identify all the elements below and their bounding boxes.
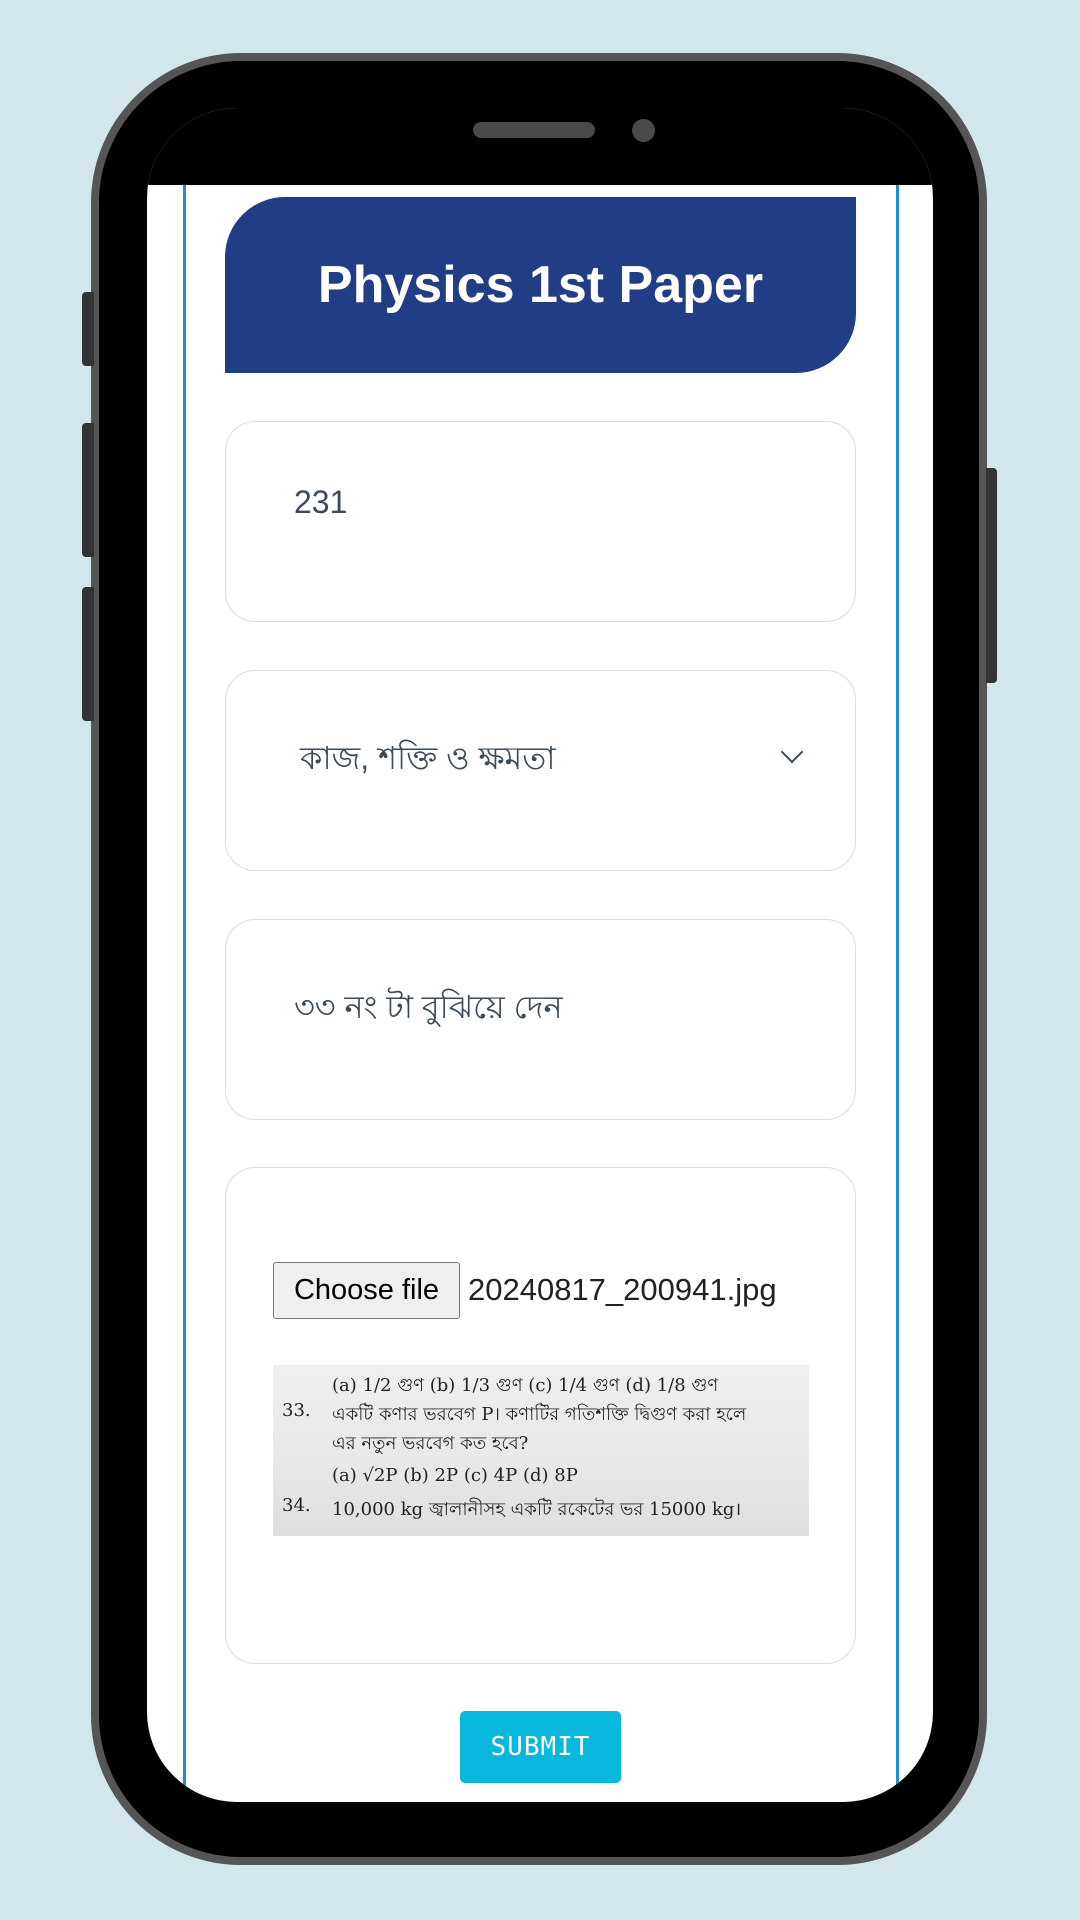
preview-q33-number: 33.	[282, 1400, 311, 1421]
page-header: Physics 1st Paper	[225, 197, 856, 373]
speaker-icon	[473, 122, 595, 138]
uploaded-image-preview: (a) 1/2 গুণ (b) 1/3 গুণ (c) 1/4 গুণ (d) …	[273, 1365, 809, 1536]
power-button	[986, 468, 997, 683]
question-field[interactable]: ৩৩ নং টা বুঝিয়ে দেন	[225, 919, 856, 1120]
preview-q34-text: 10,000 kg জ্বালানীসহ একটি রকেটের ভর 1500…	[332, 1499, 742, 1520]
number-field[interactable]: 231	[225, 421, 856, 622]
camera-icon	[632, 119, 655, 142]
chevron-down-icon	[780, 740, 804, 764]
preview-q34-number: 34.	[282, 1495, 311, 1516]
preview-line-options: (a) 1/2 গুণ (b) 1/3 গুণ (c) 1/4 গুণ (d) …	[332, 1375, 719, 1396]
choose-file-button[interactable]: Choose file	[273, 1262, 460, 1319]
chapter-select-value: কাজ, শক্তি ও ক্ষমতা	[300, 740, 556, 776]
volume-down-button	[82, 587, 94, 721]
preview-q33-text2: এর নতুন ভরবেগ কত হবে?	[332, 1433, 529, 1454]
file-name-label: 20240817_200941.jpg	[468, 1272, 777, 1307]
question-field-value: ৩৩ নং টা বুঝিয়ে দেন	[294, 989, 563, 1025]
submit-button[interactable]: SUBMIT	[460, 1711, 621, 1783]
page-title: Physics 1st Paper	[317, 256, 764, 314]
number-field-value: 231	[294, 484, 348, 520]
file-upload-card: Choose file 20240817_200941.jpg (a) 1/2 …	[225, 1167, 856, 1664]
status-area	[147, 108, 933, 185]
preview-q33-options: (a) √2P (b) 2P (c) 4P (d) 8P	[332, 1465, 578, 1486]
volume-silent-button	[82, 292, 94, 366]
volume-up-button	[82, 423, 94, 557]
preview-q33-text: একটি কণার ভরবেগ P। কণাটির গতিশক্তি দ্বিগ…	[332, 1404, 747, 1425]
chapter-select[interactable]: কাজ, শক্তি ও ক্ষমতা	[225, 670, 856, 871]
